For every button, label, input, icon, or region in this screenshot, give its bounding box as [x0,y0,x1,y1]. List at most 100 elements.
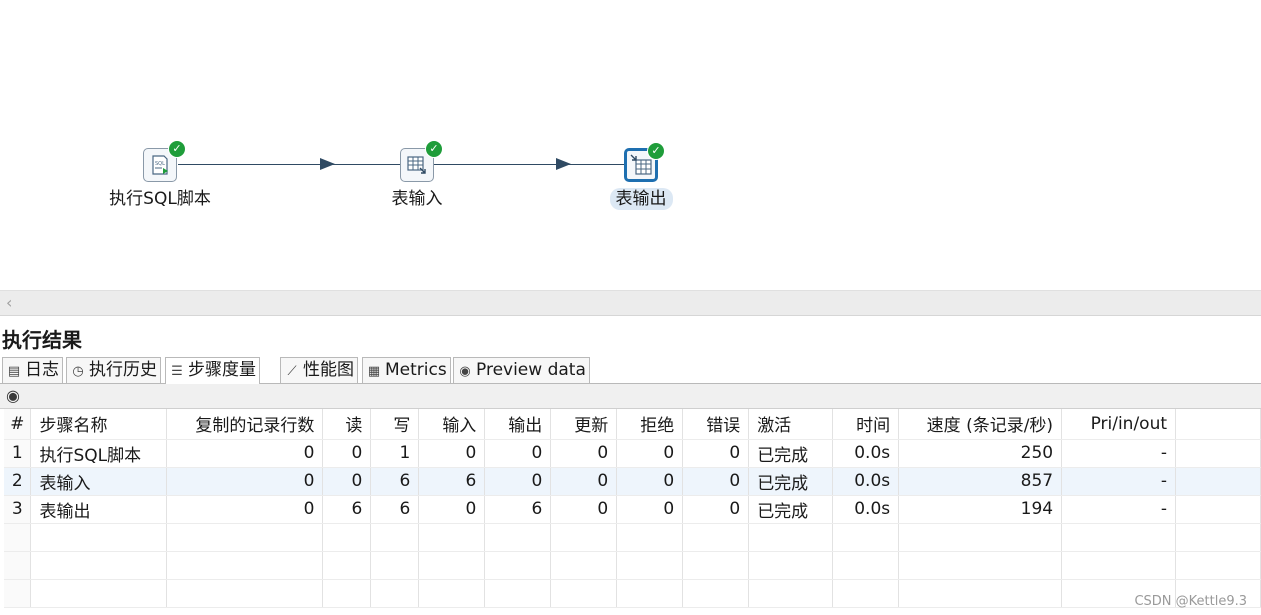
table-row[interactable]: 3 表输出 0 6 6 0 6 0 0 0 已完成 0.0s 194- [4,495,1261,524]
step-table-output[interactable]: ✓ 表输出 [566,142,716,210]
empty-cell [748,523,834,552]
table-cell[interactable]: 0.0s [832,495,900,524]
tab-label: 步骤度量 [188,360,256,380]
table-cell[interactable]: 0 [616,439,684,468]
table-cell[interactable]: - [1061,467,1177,496]
empty-cell [682,579,750,608]
table-cell[interactable]: 6 [322,495,372,524]
tab-performance-chart[interactable]: ⟋ 性能图 [280,357,358,383]
tab-log[interactable]: ▤ 日志 [2,357,63,383]
table-output-icon[interactable]: ✓ [624,142,665,182]
step-table-input[interactable]: ✓ 表输入 [342,140,492,210]
empty-cell [322,523,372,552]
empty-cell [832,579,900,608]
table-cell[interactable]: 6 [484,495,552,524]
table-cell[interactable]: - [1061,439,1177,468]
tab-metrics[interactable]: ▦ Metrics [362,357,451,383]
table-row[interactable]: 1 执行SQL脚本 0 0 1 0 0 0 0 0 已完成 0.0s 250- [4,439,1261,468]
column-header[interactable]: 更新 [550,409,618,440]
tab-step-metrics[interactable]: ☰ 步骤度量 [165,357,260,384]
table-cell[interactable]: 0 [418,495,486,524]
table-cell[interactable]: 0 [616,467,684,496]
table-cell[interactable]: 0 [616,495,684,524]
column-header[interactable]: 输出 [484,409,552,440]
table-cell[interactable]: 已完成 [748,495,834,524]
column-header[interactable]: 速度 (条记录/秒) [898,409,1063,440]
table-cell[interactable]: 6 [418,467,486,496]
step-label: 表输出 [609,188,673,210]
tab-label: 日志 [25,360,59,380]
table-cell[interactable]: 857 [898,467,1063,496]
table-cell[interactable]: 0 [550,439,618,468]
column-header[interactable]: 时间 [832,409,900,440]
empty-cell [166,523,324,552]
tab-preview-data[interactable]: ◉ Preview data [453,357,590,383]
table-cell[interactable]: 执行SQL脚本 [30,439,168,468]
table-cell[interactable]: 6 [370,495,420,524]
tab-execution-history[interactable]: ◷ 执行历史 [66,357,161,383]
column-header[interactable]: 激活 [748,409,834,440]
table-cell[interactable]: 已完成 [748,467,834,496]
table-cell-filler [1175,439,1261,468]
column-header[interactable]: 输入 [418,409,486,440]
table-cell[interactable]: 0 [166,467,324,496]
column-header[interactable]: 错误 [682,409,750,440]
tab-label: 性能图 [303,360,354,380]
table-cell[interactable]: 0 [682,439,750,468]
empty-cell [832,551,900,580]
table-cell[interactable]: - [1061,495,1177,524]
empty-cell [370,579,420,608]
table-cell[interactable]: 0 [322,439,372,468]
empty-cell [748,579,834,608]
column-header[interactable]: 写 [370,409,420,440]
empty-cell [616,551,684,580]
table-cell[interactable]: 0 [484,467,552,496]
column-header[interactable]: 读 [322,409,372,440]
table-cell[interactable]: 已完成 [748,439,834,468]
success-check-icon: ✓ [425,140,443,158]
step-metrics-grid[interactable]: # 步骤名称 复制的记录行数 读 写 输入 输出 更新 拒绝 错误 激活 时间 … [4,409,1261,615]
table-cell[interactable]: 表输入 [30,467,168,496]
column-header[interactable]: 步骤名称 [30,409,168,440]
empty-cell [748,551,834,580]
table-cell[interactable]: 0.0s [832,467,900,496]
column-header[interactable]: Pri/in/out [1061,409,1177,440]
table-cell[interactable]: 0.0s [832,439,900,468]
table-cell[interactable]: 194 [898,495,1063,524]
empty-cell [484,523,552,552]
table-cell[interactable]: 0 [682,467,750,496]
table-cell[interactable]: 0 [550,467,618,496]
table-cell[interactable]: 0 [682,495,750,524]
table-row[interactable]: 2 表输入 0 0 6 6 0 0 0 0 已完成 0.0s 857- [4,467,1261,496]
table-input-icon[interactable]: ✓ [400,140,443,182]
transformation-canvas[interactable]: SQL ✓ 执行SQL脚本 ✓ 表输入 ✓ 表输出 [0,0,1261,290]
table-cell[interactable]: 0 [484,439,552,468]
column-header[interactable]: 拒绝 [616,409,684,440]
table-cell[interactable]: 1 [370,439,420,468]
table-cell[interactable]: 0 [166,495,324,524]
step-label: 表输入 [391,189,443,209]
column-header[interactable]: 复制的记录行数 [166,409,324,440]
table-cell[interactable]: 表输出 [30,495,168,524]
eye-icon[interactable]: ◉ [6,386,20,405]
table-cell[interactable]: 0 [418,439,486,468]
table-cell[interactable]: 0 [322,467,372,496]
empty-cell [370,551,420,580]
table-cell[interactable]: 6 [370,467,420,496]
empty-cell [550,523,618,552]
column-header[interactable]: # [4,409,32,440]
metrics-table: # 步骤名称 复制的记录行数 读 写 输入 输出 更新 拒绝 错误 激活 时间 … [4,409,1261,608]
sql-script-icon[interactable]: SQL ✓ [143,140,186,182]
table-cell[interactable]: 0 [550,495,618,524]
table-cell[interactable]: 1 [4,439,32,468]
step-execute-sql[interactable]: SQL ✓ 执行SQL脚本 [85,140,235,210]
table-cell[interactable]: 250 [898,439,1063,468]
metrics-icon: ▦ [367,364,381,379]
chevron-left-icon[interactable]: ‹ [6,293,12,312]
empty-cell [484,551,552,580]
canvas-horizontal-scrollbar[interactable]: ‹ [0,290,1261,316]
table-cell[interactable]: 3 [4,495,32,524]
table-cell[interactable]: 0 [166,439,324,468]
empty-cell [30,579,168,608]
table-cell[interactable]: 2 [4,467,32,496]
